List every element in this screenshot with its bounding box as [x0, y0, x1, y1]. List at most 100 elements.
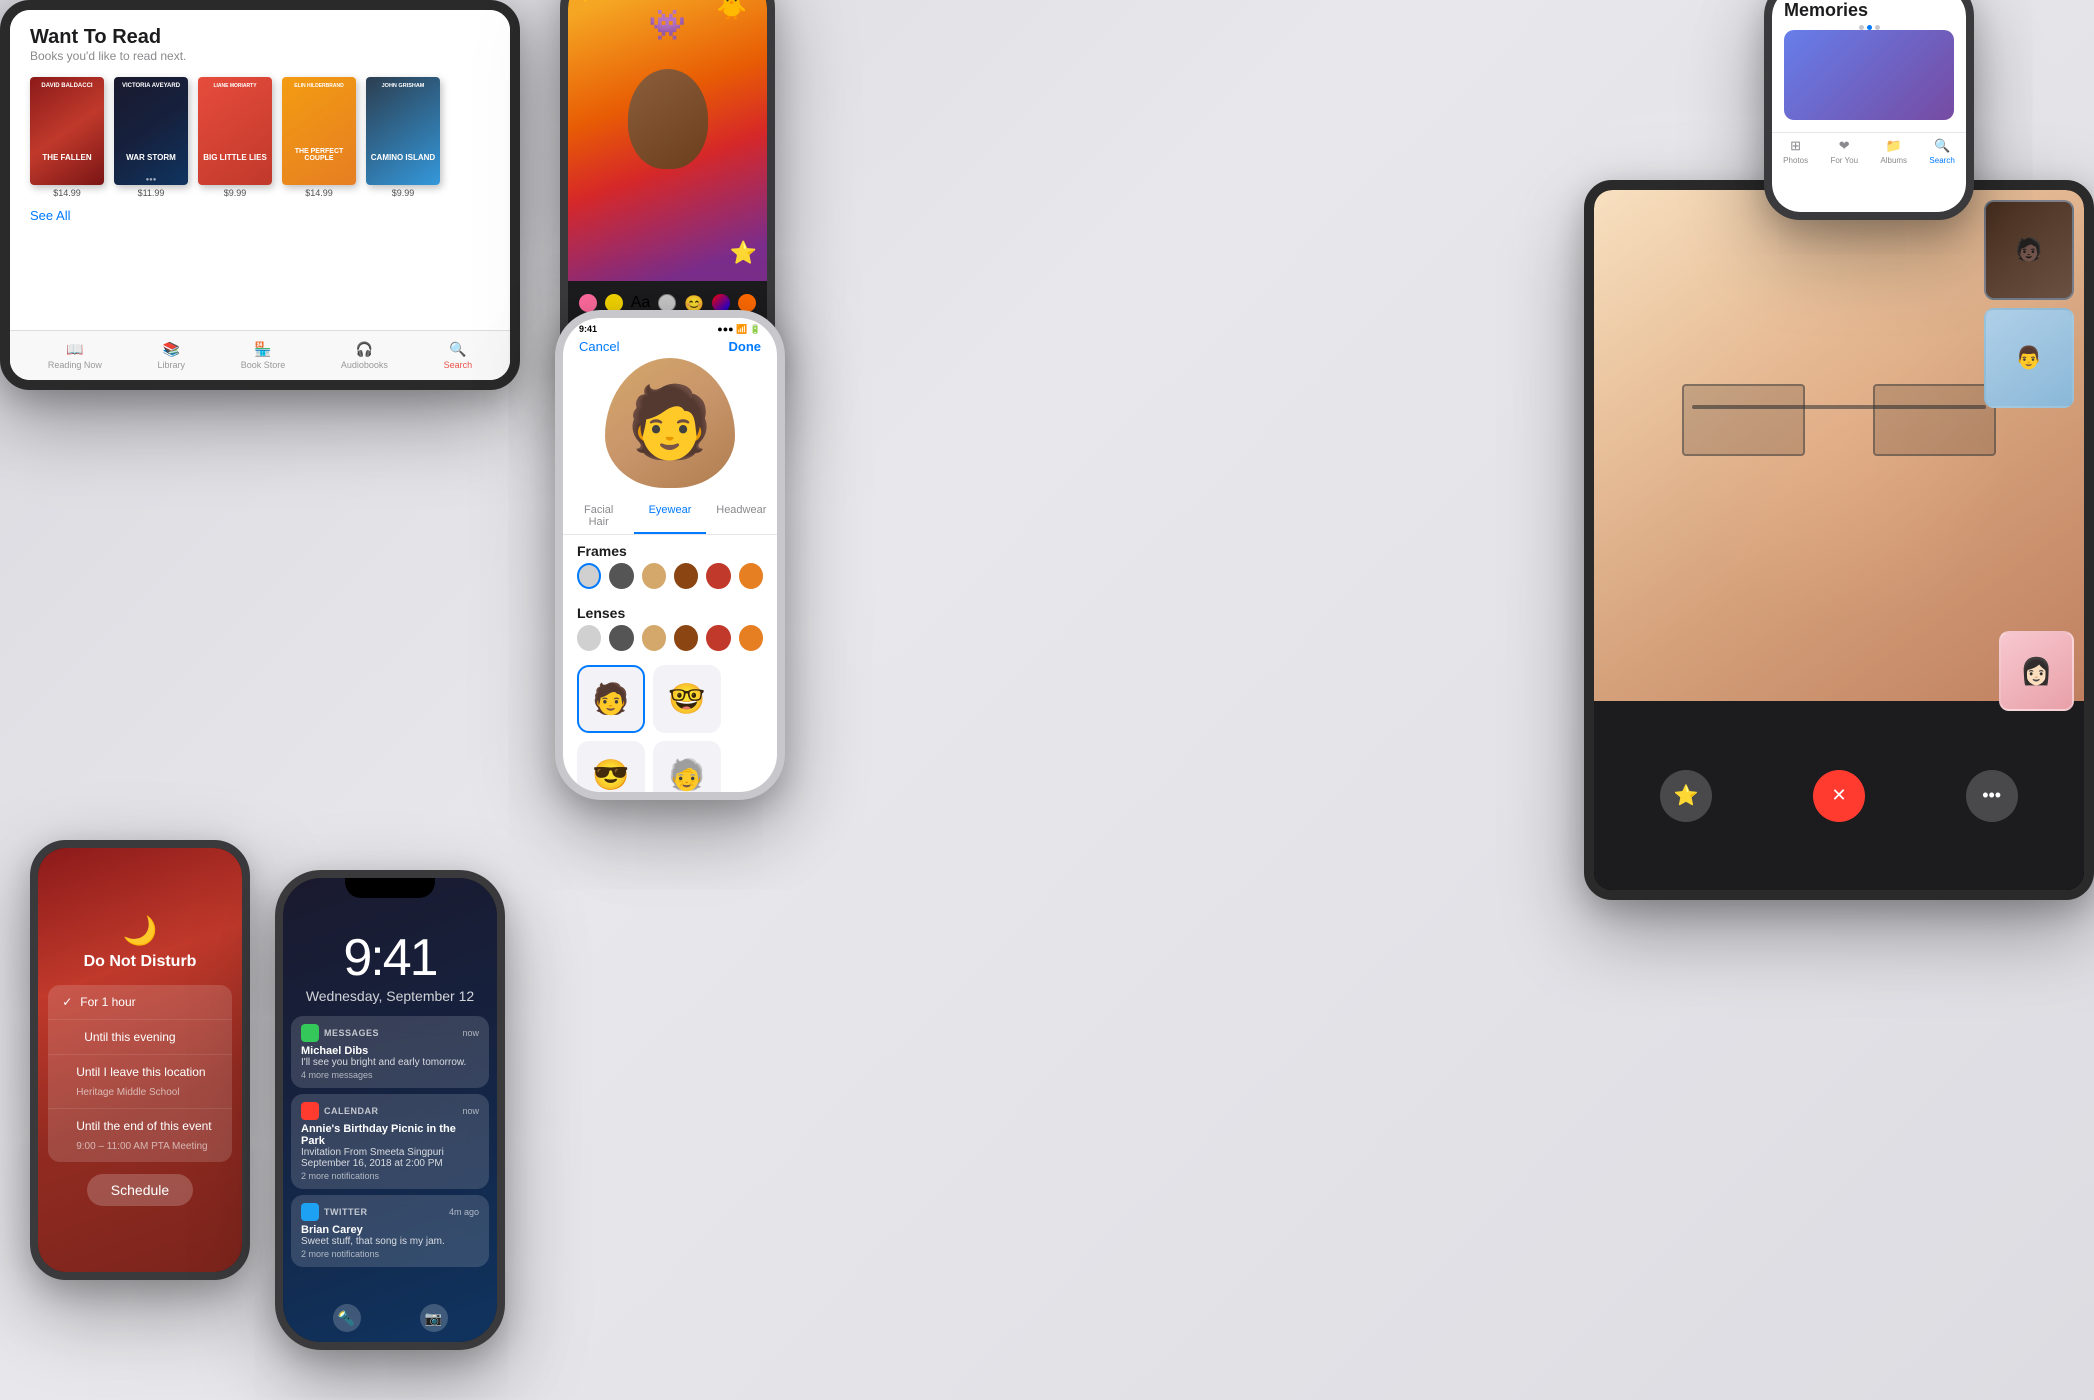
photos-tab-icon: ⊞: [1790, 138, 1801, 154]
filter-hearts[interactable]: [579, 294, 597, 312]
notif-messages-body: I'll see you bright and early tomorrow.: [301, 1057, 479, 1068]
tab-photos[interactable]: ⊞ Photos: [1783, 138, 1808, 165]
book-item-4[interactable]: ELIN HILDERBRAND THE PERFECT COUPLE $14.…: [282, 77, 356, 198]
audiobooks-icon: 🎧: [356, 341, 373, 358]
notif-calendar-title: Annie's Birthday Picnic in the Park: [301, 1123, 479, 1147]
tab-headwear[interactable]: Headwear: [706, 498, 777, 534]
book-item-2[interactable]: VICTORIA AVEYARD WAR STORM ●●● $11.99: [114, 77, 188, 198]
tab-reading-now[interactable]: 📖 Reading Now: [48, 341, 102, 370]
tab-for-you[interactable]: ❤ For You: [1830, 138, 1858, 165]
dnd-option-1hour[interactable]: ✓ For 1 hour: [48, 985, 232, 1020]
notif-messages-header: MESSAGES now: [301, 1024, 479, 1042]
see-all-link[interactable]: See All: [30, 208, 490, 223]
memoji-preview-2[interactable]: 🤓: [653, 665, 721, 733]
frame-color-2[interactable]: [609, 563, 633, 589]
memoji-cancel-button[interactable]: Cancel: [579, 339, 619, 354]
frame-color-1[interactable]: [577, 563, 601, 589]
memoji-face-emoji: 🧑: [626, 382, 713, 464]
frames-color-row: [563, 563, 777, 589]
notification-twitter[interactable]: TWITTER 4m ago Brian Carey Sweet stuff, …: [291, 1195, 489, 1267]
facetime-end-button[interactable]: ✕: [1813, 770, 1865, 822]
book-price-1: $14.99: [30, 188, 104, 198]
lenses-title: Lenses: [563, 597, 777, 625]
library-icon: 📚: [163, 341, 180, 358]
lens-color-6[interactable]: [739, 625, 763, 651]
flashlight-icon[interactable]: 🔦: [333, 1304, 361, 1332]
dnd-option-evening[interactable]: Until this evening: [48, 1020, 232, 1055]
book-author-3: LIANE MORIARTY: [198, 81, 272, 91]
filter-text[interactable]: [605, 294, 623, 312]
memoji-preview-3[interactable]: 😎: [577, 741, 645, 792]
notif-calendar-more: 2 more notifications: [301, 1171, 479, 1181]
books-tab-bar: 📖 Reading Now 📚 Library 🏪 Book Store 🎧 A…: [10, 330, 510, 380]
dnd-option-location[interactable]: Until I leave this location Heritage Mid…: [48, 1055, 232, 1109]
messages-app-icon: [301, 1024, 319, 1042]
memory-card[interactable]: [1784, 30, 1954, 120]
book-item-3[interactable]: LIANE MORIARTY BIG LITTLE LIES $9.99: [198, 77, 272, 198]
frame-color-5[interactable]: [706, 563, 730, 589]
filter-shape[interactable]: [738, 294, 756, 312]
tab-book-store[interactable]: 🏪 Book Store: [241, 341, 286, 370]
frame-color-6[interactable]: [739, 563, 763, 589]
albums-icon: 📁: [1886, 138, 1902, 154]
memoji-preview-grid: 🧑 🤓 😎 🧓 👩: [563, 659, 777, 792]
search-photos-icon: 🔍: [1934, 138, 1950, 154]
facetime-more-button[interactable]: •••: [1966, 770, 2018, 822]
filter-option[interactable]: [658, 294, 676, 312]
page-dot-3: [1875, 25, 1880, 30]
notif-calendar-time: now: [462, 1106, 479, 1116]
tab-facial-hair[interactable]: Facial Hair: [563, 498, 634, 534]
frame-color-3[interactable]: [642, 563, 666, 589]
lens-color-5[interactable]: [706, 625, 730, 651]
lens-color-2[interactable]: [609, 625, 633, 651]
sticker-duck: 🐥: [716, 0, 747, 22]
tab-albums[interactable]: 📁 Albums: [1880, 138, 1907, 165]
iphone-memoji-device: 9:41 ●●● 📶 🔋 Cancel Done 🧑 Facial Hair E…: [555, 310, 785, 800]
book-price-4: $14.99: [282, 188, 356, 198]
notification-messages[interactable]: MESSAGES now Michael Dibs I'll see you b…: [291, 1016, 489, 1088]
dnd-option-event-sub: 9:00 – 11:00 AM PTA Meeting: [76, 1141, 207, 1152]
facetime-star-button[interactable]: ⭐: [1660, 770, 1712, 822]
notif-calendar-body: Invitation From Smeeta Singpuri Septembe…: [301, 1147, 479, 1169]
calendar-app-icon: [301, 1102, 319, 1120]
book-cover-3[interactable]: LIANE MORIARTY BIG LITTLE LIES: [198, 77, 272, 185]
tab-audiobooks[interactable]: 🎧 Audiobooks: [341, 341, 388, 370]
tab-library[interactable]: 📚 Library: [158, 341, 186, 370]
memoji-preview-1[interactable]: 🧑: [577, 665, 645, 733]
camera-flash-icon[interactable]: ⚡: [580, 0, 597, 3]
book-cover-5[interactable]: JOHN GRISHAM CAMINO ISLAND: [366, 77, 440, 185]
photos-screen: Memories ⊞ Photos ❤ For You 📁: [1772, 0, 1966, 212]
memoji-preview-4[interactable]: 🧓: [653, 741, 721, 792]
notif-twitter-time: 4m ago: [449, 1207, 479, 1217]
notification-calendar[interactable]: CALENDAR now Annie's Birthday Picnic in …: [291, 1094, 489, 1189]
lenses-color-row: [563, 625, 777, 651]
thumb-1-face: 🧑🏿: [1986, 202, 2072, 298]
camera-top-icons: ⚡ ⏱: [568, 0, 767, 3]
book-cover-4[interactable]: ELIN HILDERBRAND THE PERFECT COUPLE: [282, 77, 356, 185]
ipad-facetime-device: 🧑🏿 👨 👩🏻 ⭐ ✕ •••: [1584, 180, 2094, 900]
tab-eyewear[interactable]: Eyewear: [634, 498, 705, 534]
dnd-option-event[interactable]: Until the end of this event 9:00 – 11:00…: [48, 1109, 232, 1162]
camera-icon[interactable]: 📷: [420, 1304, 448, 1332]
memoji-avatar: 🧑: [605, 358, 735, 488]
tab-search-photos[interactable]: 🔍 Search: [1929, 138, 1954, 165]
memoji-done-button[interactable]: Done: [729, 339, 762, 354]
tab-search[interactable]: 🔍 Search: [444, 341, 473, 370]
notif-twitter-body: Sweet stuff, that song is my jam.: [301, 1236, 479, 1247]
book-cover-1[interactable]: DAVID BALDACCI THE FALLEN: [30, 77, 104, 185]
filter-color[interactable]: [712, 294, 730, 312]
lens-color-4[interactable]: [674, 625, 698, 651]
glasses-left-lens: [1682, 384, 1805, 456]
dnd-option-location-label: Until I leave this location: [76, 1065, 205, 1079]
lens-color-1[interactable]: [577, 625, 601, 651]
lens-color-3[interactable]: [642, 625, 666, 651]
camera-timer-icon[interactable]: ⏱: [744, 0, 755, 3]
dnd-schedule-button[interactable]: Schedule: [87, 1174, 193, 1206]
facetime-bottom: 👩🏻 ⭐ ✕ •••: [1594, 701, 2084, 890]
book-item-1[interactable]: DAVID BALDACCI THE FALLEN $14.99: [30, 77, 104, 198]
book-cover-2[interactable]: VICTORIA AVEYARD WAR STORM ●●●: [114, 77, 188, 185]
frame-color-4[interactable]: [674, 563, 698, 589]
iphone-photos-device: Memories ⊞ Photos ❤ For You 📁: [1764, 0, 1974, 220]
book-item-5[interactable]: JOHN GRISHAM CAMINO ISLAND $9.99: [366, 77, 440, 198]
facetime-main-person: 🧑🏿 👨: [1594, 190, 2084, 701]
